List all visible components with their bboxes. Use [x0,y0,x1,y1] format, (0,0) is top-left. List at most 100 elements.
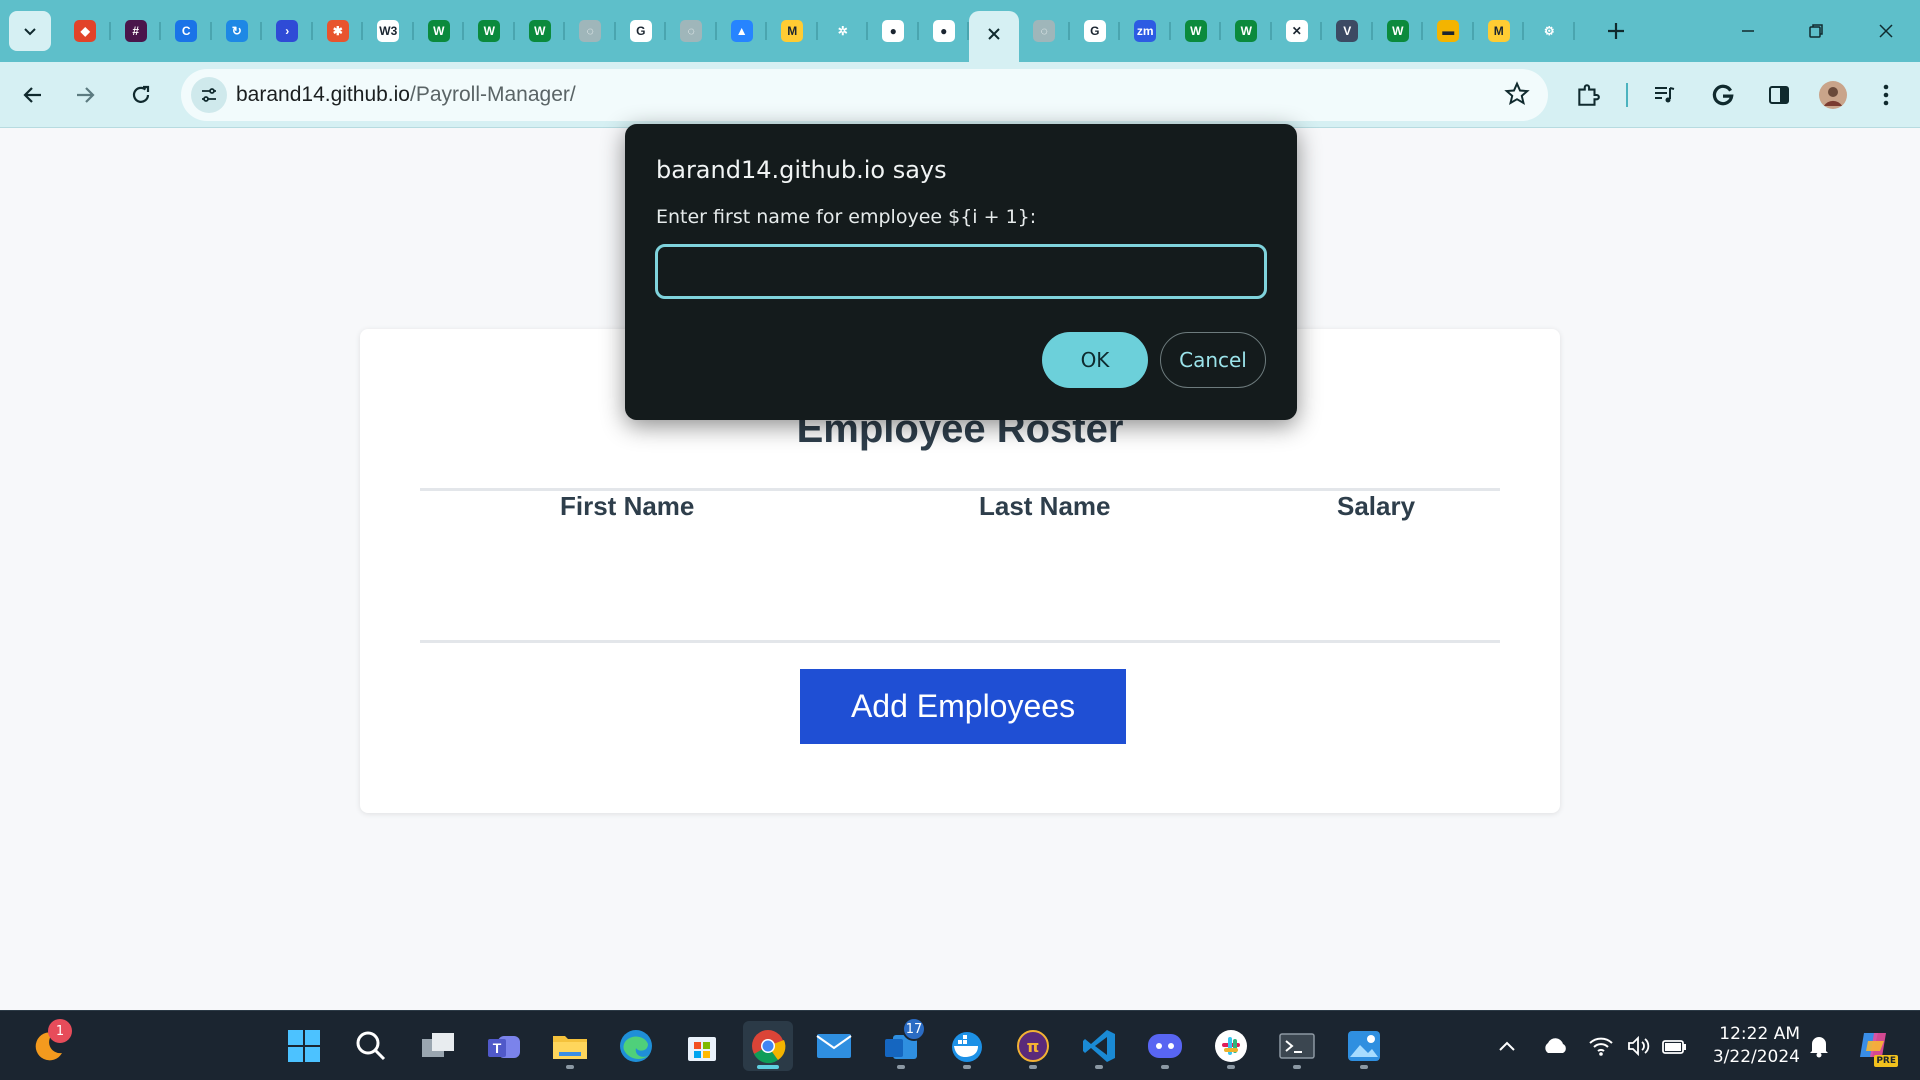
teams-icon: T [488,1036,520,1058]
running-indicator [1095,1065,1103,1069]
notifications-button[interactable] [1804,1031,1834,1061]
grammarly-extension-button[interactable] [1703,75,1743,115]
taskbar-clock[interactable]: 12:22 AM 3/22/2024 [1700,1023,1800,1069]
windows-logo-icon [288,1030,320,1062]
profile-avatar[interactable] [1813,75,1853,115]
slack-app[interactable] [1206,1021,1256,1071]
pi-icon: π [1017,1030,1049,1062]
file-explorer-app[interactable] [545,1021,595,1071]
refresh-app-icon: ↻ [225,20,248,42]
browser-tab[interactable]: › [262,11,313,51]
table-bottom-rule [420,640,1500,643]
browser-tab[interactable]: ▬ [1423,11,1474,51]
search-button[interactable] [346,1021,396,1071]
widgets-button[interactable]: 1 [24,1019,74,1071]
edge-app[interactable] [611,1021,661,1071]
tab-list: ◆ # C ↻ › ✱ W3 W W W ◌ G ◌ ▲ M ✲ ● ● ◌ Gzm W W ✕ V W ▬ M ⚙ [60,10,1575,62]
browser-tab[interactable]: ⚙ [1524,11,1575,51]
browser-tab[interactable]: ◆ [60,11,111,51]
browser-tab[interactable]: ↻ [212,11,263,51]
browser-tab[interactable]: W3 [363,11,414,51]
browser-tab[interactable]: M [767,11,818,51]
pi-network-app[interactable]: π [1008,1021,1058,1071]
w-site-icon: W [427,20,450,42]
column-header-last-name: Last Name [979,491,1111,521]
reload-button[interactable] [121,75,161,115]
bookmark-star-button[interactable] [1504,81,1530,112]
dialog-input[interactable] [655,244,1267,299]
onedrive-tray-icon[interactable] [1540,1031,1570,1061]
photos-app[interactable] [1339,1021,1389,1071]
terminal-app[interactable] [1272,1021,1322,1071]
terminal-icon [1279,1033,1315,1059]
browser-tab[interactable]: G [616,11,667,51]
browser-tab[interactable]: W [1221,11,1272,51]
url-text[interactable]: barand14.github.io/Payroll-Manager/ [236,69,576,121]
browser-tab[interactable]: ▲ [717,11,768,51]
site-info-button[interactable] [191,77,227,113]
vscode-app[interactable] [1074,1021,1124,1071]
browser-tab[interactable]: W [515,11,566,51]
browser-tab[interactable]: W [464,11,515,51]
close-window-button[interactable] [1852,0,1920,62]
volume-tray-icon[interactable] [1624,1031,1654,1061]
dialog-cancel-button[interactable]: Cancel [1160,332,1266,388]
browser-tab[interactable]: ● [868,11,919,51]
browser-tab[interactable]: C [161,11,212,51]
slack-icon [1215,1030,1247,1062]
minimize-button[interactable] [1714,0,1782,62]
active-indicator [757,1065,779,1069]
browser-tab[interactable]: ◌ [666,11,717,51]
browser-tab[interactable]: M [1474,11,1525,51]
tab-search-button[interactable] [9,11,51,51]
task-view-button[interactable] [413,1021,463,1071]
browser-tab[interactable]: ✱ [313,11,364,51]
add-employees-button[interactable]: Add Employees [800,669,1126,744]
outlook-app[interactable]: 17 [876,1017,926,1071]
browser-tab[interactable]: zm [1120,11,1171,51]
start-button[interactable] [279,1021,329,1071]
browser-tab[interactable]: W [414,11,465,51]
battery-tray-icon[interactable] [1660,1031,1690,1061]
discord-icon [1148,1034,1182,1058]
browser-tab[interactable]: ● [919,11,970,51]
chrome-app[interactable] [743,1021,793,1071]
dialog-ok-button[interactable]: OK [1042,332,1148,388]
microsoft-store-app[interactable] [677,1021,727,1071]
media-controls-button[interactable] [1645,75,1685,115]
browser-tab[interactable]: G [1070,11,1121,51]
browser-tab[interactable]: W [1171,11,1222,51]
w-site-icon: W [478,20,501,42]
running-indicator [1161,1065,1169,1069]
wifi-tray-icon[interactable] [1586,1031,1616,1061]
side-panel-button[interactable] [1759,75,1799,115]
address-bar[interactable]: barand14.github.io/Payroll-Manager/ [181,69,1548,121]
browser-tab[interactable]: ◌ [565,11,616,51]
browser-tab[interactable]: W [1373,11,1424,51]
extensions-button[interactable] [1568,75,1608,115]
url-host: barand14.github.io [236,83,410,106]
browser-tab[interactable]: ✕ [1272,11,1323,51]
restore-button[interactable] [1782,0,1850,62]
copilot-button[interactable]: PRE [1854,1025,1898,1067]
docker-app[interactable] [942,1021,992,1071]
browser-tab[interactable]: V [1322,11,1373,51]
tab-active[interactable] [969,10,1019,62]
browser-tab[interactable]: # [111,11,162,51]
discord-app[interactable] [1140,1021,1190,1071]
umn-icon: M [1487,20,1510,42]
browser-tab[interactable]: ◌ [1019,11,1070,51]
google-g-icon [1712,84,1734,106]
forward-button[interactable] [65,75,105,115]
running-indicator [1293,1065,1301,1069]
back-button[interactable] [13,75,53,115]
browser-menu-button[interactable] [1866,75,1906,115]
bell-icon [1810,1037,1828,1058]
photos-icon [1348,1031,1380,1061]
browser-tab[interactable]: ✲ [818,11,869,51]
new-tab-button[interactable] [1598,13,1634,49]
show-hidden-icons-button[interactable] [1492,1031,1522,1061]
mail-app[interactable] [809,1021,859,1071]
teams-app[interactable]: T [479,1021,529,1071]
close-tab-icon[interactable] [987,27,1001,46]
